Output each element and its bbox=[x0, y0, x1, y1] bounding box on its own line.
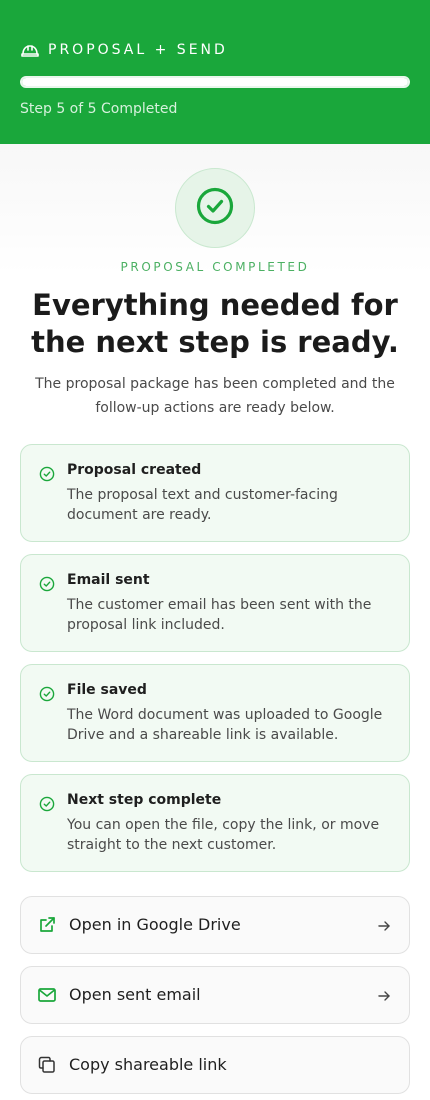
check-circle-icon bbox=[39, 686, 55, 702]
completion-eyebrow: PROPOSAL COMPLETED bbox=[120, 260, 310, 274]
status-card-title: Email sent bbox=[67, 572, 150, 588]
check-circle-icon bbox=[39, 796, 55, 812]
open-google-drive-button[interactable]: Open in Google Drive bbox=[20, 896, 410, 954]
arrow-right-icon bbox=[377, 988, 391, 1002]
action-label: Copy shareable link bbox=[69, 1055, 227, 1074]
status-card-title: Proposal created bbox=[67, 462, 202, 478]
header-bar: PROPOSAL + SEND Step 5 of 5 Completed bbox=[0, 0, 430, 144]
page-subtitle: The proposal package has been completed … bbox=[35, 376, 395, 416]
action-label: Open sent email bbox=[69, 985, 201, 1004]
arrow-right-icon bbox=[377, 918, 391, 932]
app-title: PROPOSAL + SEND bbox=[48, 42, 228, 58]
completed-badge bbox=[175, 168, 255, 248]
status-card-description: The proposal text and customer-facing do… bbox=[67, 487, 338, 523]
status-card-description: The Word document was uploaded to Google… bbox=[67, 707, 383, 743]
check-circle-icon bbox=[39, 576, 55, 592]
copy-shareable-link-button[interactable]: Copy shareable link bbox=[20, 1036, 410, 1094]
status-card-next-step: Next step complete You can open the file… bbox=[20, 774, 410, 872]
status-card-title: Next step complete bbox=[67, 792, 222, 808]
progress-fill bbox=[22, 78, 408, 86]
hard-hat-icon bbox=[20, 40, 40, 60]
page-title: Everything needed for the next step is r… bbox=[31, 288, 399, 359]
status-card-description: You can open the file, copy the link, or… bbox=[67, 817, 380, 853]
check-circle-icon bbox=[195, 186, 235, 230]
step-indicator: Step 5 of 5 Completed bbox=[20, 101, 178, 117]
external-link-icon bbox=[37, 915, 57, 935]
status-card-file-saved: File saved The Word document was uploade… bbox=[20, 664, 410, 762]
action-label: Open in Google Drive bbox=[69, 915, 241, 934]
copy-icon bbox=[37, 1055, 57, 1075]
open-sent-email-button[interactable]: Open sent email bbox=[20, 966, 410, 1024]
progress-bar bbox=[20, 76, 410, 88]
status-card-email-sent: Email sent The customer email has been s… bbox=[20, 554, 410, 652]
status-card-proposal-created: Proposal created The proposal text and c… bbox=[20, 444, 410, 542]
mail-icon bbox=[37, 985, 57, 1005]
status-card-title: File saved bbox=[67, 682, 147, 698]
status-card-description: The customer email has been sent with th… bbox=[67, 597, 372, 633]
check-circle-icon bbox=[39, 466, 55, 482]
header-brand: PROPOSAL + SEND bbox=[20, 40, 228, 60]
